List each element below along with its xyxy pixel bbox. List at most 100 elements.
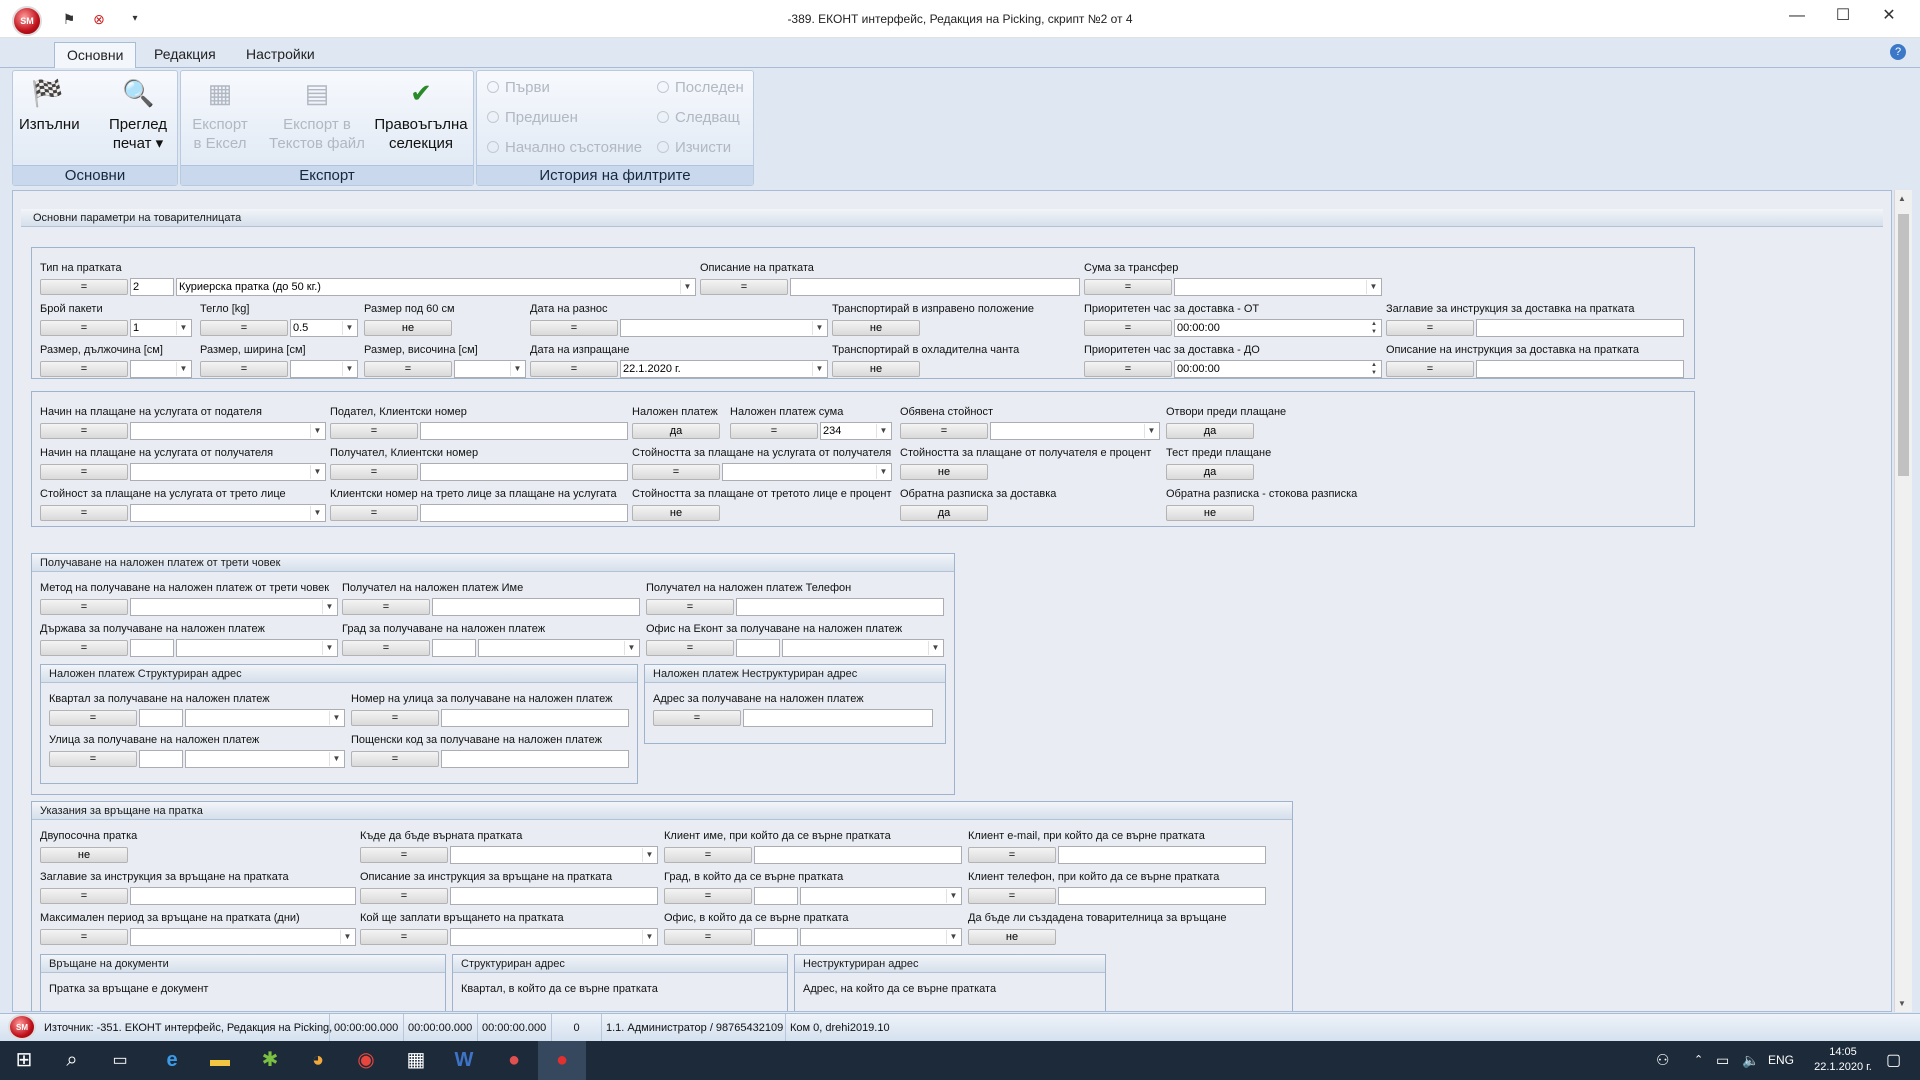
- eq-prio-ot[interactable]: =: [1084, 320, 1172, 336]
- eq-podatel-nomer[interactable]: =: [330, 423, 418, 439]
- windows-start-icon[interactable]: ⊞: [0, 1041, 48, 1080]
- eq-visochina[interactable]: =: [364, 361, 452, 377]
- toggle-izpraveno[interactable]: не: [832, 320, 920, 336]
- eq-cod-kvartal[interactable]: =: [49, 710, 137, 726]
- input-cod-ofis-code[interactable]: [736, 639, 780, 657]
- toggle-nalozhen[interactable]: да: [632, 423, 720, 439]
- eq-klient-tel[interactable]: =: [968, 888, 1056, 904]
- eq-opis-vrashtane[interactable]: =: [360, 888, 448, 904]
- network-icon[interactable]: ▭: [1716, 1041, 1729, 1080]
- minimize-button[interactable]: —: [1774, 0, 1820, 32]
- input-poluchatel-nomer[interactable]: [420, 463, 628, 481]
- word-icon[interactable]: W: [440, 1041, 488, 1080]
- clock[interactable]: 14:05 22.1.2020 г.: [1808, 1041, 1878, 1080]
- file-explorer-icon[interactable]: ▬: [196, 1041, 244, 1080]
- scroll-thumb[interactable]: [1898, 214, 1909, 476]
- eq-treto-lice[interactable]: =: [40, 505, 128, 521]
- eq-prio-do[interactable]: =: [1084, 361, 1172, 377]
- chrome-icon[interactable]: ◉: [342, 1041, 390, 1080]
- eq-data-raznos[interactable]: =: [530, 320, 618, 336]
- eq-poluchatel-nomer[interactable]: =: [330, 464, 418, 480]
- input-cod-grad-code[interactable]: [432, 639, 476, 657]
- select-stoynost-pol[interactable]: ▼: [722, 463, 892, 481]
- edge-icon[interactable]: e: [148, 1041, 196, 1080]
- eq-metod[interactable]: =: [40, 599, 128, 615]
- tab-nastroyki[interactable]: Настройки: [234, 42, 327, 68]
- select-kade-varnata[interactable]: ▼: [450, 846, 658, 864]
- input-podatel-nomer[interactable]: [420, 422, 628, 440]
- eq-shirina[interactable]: =: [200, 361, 288, 377]
- eq-klient-ime[interactable]: =: [664, 847, 752, 863]
- last-button[interactable]: Последен: [657, 79, 744, 96]
- eq-zagl-vrashtane[interactable]: =: [40, 888, 128, 904]
- vertical-scrollbar[interactable]: ▲ ▼: [1894, 190, 1912, 1012]
- eq-cod-pk[interactable]: =: [351, 751, 439, 767]
- select-data-raznos[interactable]: ▼: [620, 319, 828, 337]
- select-treto-lice[interactable]: ▼: [130, 504, 326, 522]
- input-zagl-vrashtane[interactable]: [130, 887, 356, 905]
- app-logo[interactable]: SM: [12, 6, 42, 36]
- eq-cod-darzhava[interactable]: =: [40, 640, 128, 656]
- eq-plashtane-pol[interactable]: =: [40, 464, 128, 480]
- calculator-icon[interactable]: ▦: [392, 1041, 440, 1080]
- eq-cod-adres[interactable]: =: [653, 710, 741, 726]
- eq-ofis-vrashtane[interactable]: =: [664, 929, 752, 945]
- toggle-stoynost-pol-pct[interactable]: не: [900, 464, 988, 480]
- eq-nalozhen-suma[interactable]: =: [730, 423, 818, 439]
- notifications-icon[interactable]: ▢: [1886, 1041, 1901, 1080]
- input-cod-tel[interactable]: [736, 598, 944, 616]
- app-d-icon[interactable]: ●: [490, 1041, 538, 1080]
- input-cod-kvartal-code[interactable]: [139, 709, 183, 727]
- select-ofis-vrashtane[interactable]: ▼: [800, 928, 962, 946]
- quick-access-dropdown-icon[interactable]: ▾: [126, 10, 144, 28]
- eq-paketi[interactable]: =: [40, 320, 128, 336]
- eq-tip[interactable]: =: [40, 279, 128, 295]
- language-indicator[interactable]: ENG: [1768, 1041, 1794, 1080]
- initial-state-button[interactable]: Начално състояние: [487, 139, 642, 156]
- toggle-test[interactable]: да: [1166, 464, 1254, 480]
- pregled-pechat-button[interactable]: 🔍 Преглед печат ▾: [103, 77, 173, 153]
- select-teglo[interactable]: 0.5 ▼: [290, 319, 358, 337]
- select-koy-zaplati[interactable]: ▼: [450, 928, 658, 946]
- toggle-treto-pct[interactable]: не: [632, 505, 720, 521]
- eq-suma[interactable]: =: [1084, 279, 1172, 295]
- select-data-izprashtane[interactable]: 22.1.2020 г. ▼: [620, 360, 828, 378]
- eq-dalzhina[interactable]: =: [40, 361, 128, 377]
- input-grad-vrashtane-code[interactable]: [754, 887, 798, 905]
- flag-icon[interactable]: ⚑: [60, 10, 78, 28]
- close-button[interactable]: ✕: [1866, 0, 1912, 32]
- toggle-hladilna[interactable]: не: [832, 361, 920, 377]
- people-icon[interactable]: ⚇: [1656, 1041, 1669, 1080]
- select-plashtane-pol[interactable]: ▼: [130, 463, 326, 481]
- input-zaglavie[interactable]: [1476, 319, 1684, 337]
- eq-max-period[interactable]: =: [40, 929, 128, 945]
- eq-treto-nomer[interactable]: =: [330, 505, 418, 521]
- search-icon[interactable]: ⌕: [48, 1041, 96, 1080]
- select-nalozhen-suma[interactable]: 234 ▼: [820, 422, 892, 440]
- input-cod-adres[interactable]: [743, 709, 933, 727]
- volume-icon[interactable]: 🔈: [1742, 1041, 1759, 1080]
- previous-button[interactable]: Предишен: [487, 109, 578, 126]
- input-tip-code[interactable]: 2: [130, 278, 174, 296]
- sm-app-icon[interactable]: ●: [538, 1041, 586, 1080]
- maximize-button[interactable]: ☐: [1820, 0, 1866, 32]
- select-max-period[interactable]: ▼: [130, 928, 356, 946]
- spinner-icon[interactable]: ▲ ▼: [1368, 361, 1380, 377]
- task-view-icon[interactable]: ▭: [96, 1041, 144, 1080]
- export-excel-button[interactable]: ▦ Експорт в Ексел: [187, 77, 253, 153]
- select-dalzhina[interactable]: ▼: [130, 360, 192, 378]
- close-circle-icon[interactable]: ⊗: [90, 10, 108, 28]
- export-text-button[interactable]: ▤ Експорт в Текстов файл: [267, 77, 367, 153]
- select-cod-kvartal[interactable]: ▼: [185, 709, 345, 727]
- eq-opisanie[interactable]: =: [700, 279, 788, 295]
- eq-klient-email[interactable]: =: [968, 847, 1056, 863]
- eq-grad-vrashtane[interactable]: =: [664, 888, 752, 904]
- toggle-razmer60[interactable]: не: [364, 320, 452, 336]
- input-cod-pk[interactable]: [441, 750, 629, 768]
- select-cod-darzhava[interactable]: ▼: [176, 639, 338, 657]
- select-plashtane-pod[interactable]: ▼: [130, 422, 326, 440]
- slack-icon[interactable]: ✱: [246, 1041, 294, 1080]
- select-grad-vrashtane[interactable]: ▼: [800, 887, 962, 905]
- eq-stoynost-pol[interactable]: =: [632, 464, 720, 480]
- input-opis-vrashtane[interactable]: [450, 887, 658, 905]
